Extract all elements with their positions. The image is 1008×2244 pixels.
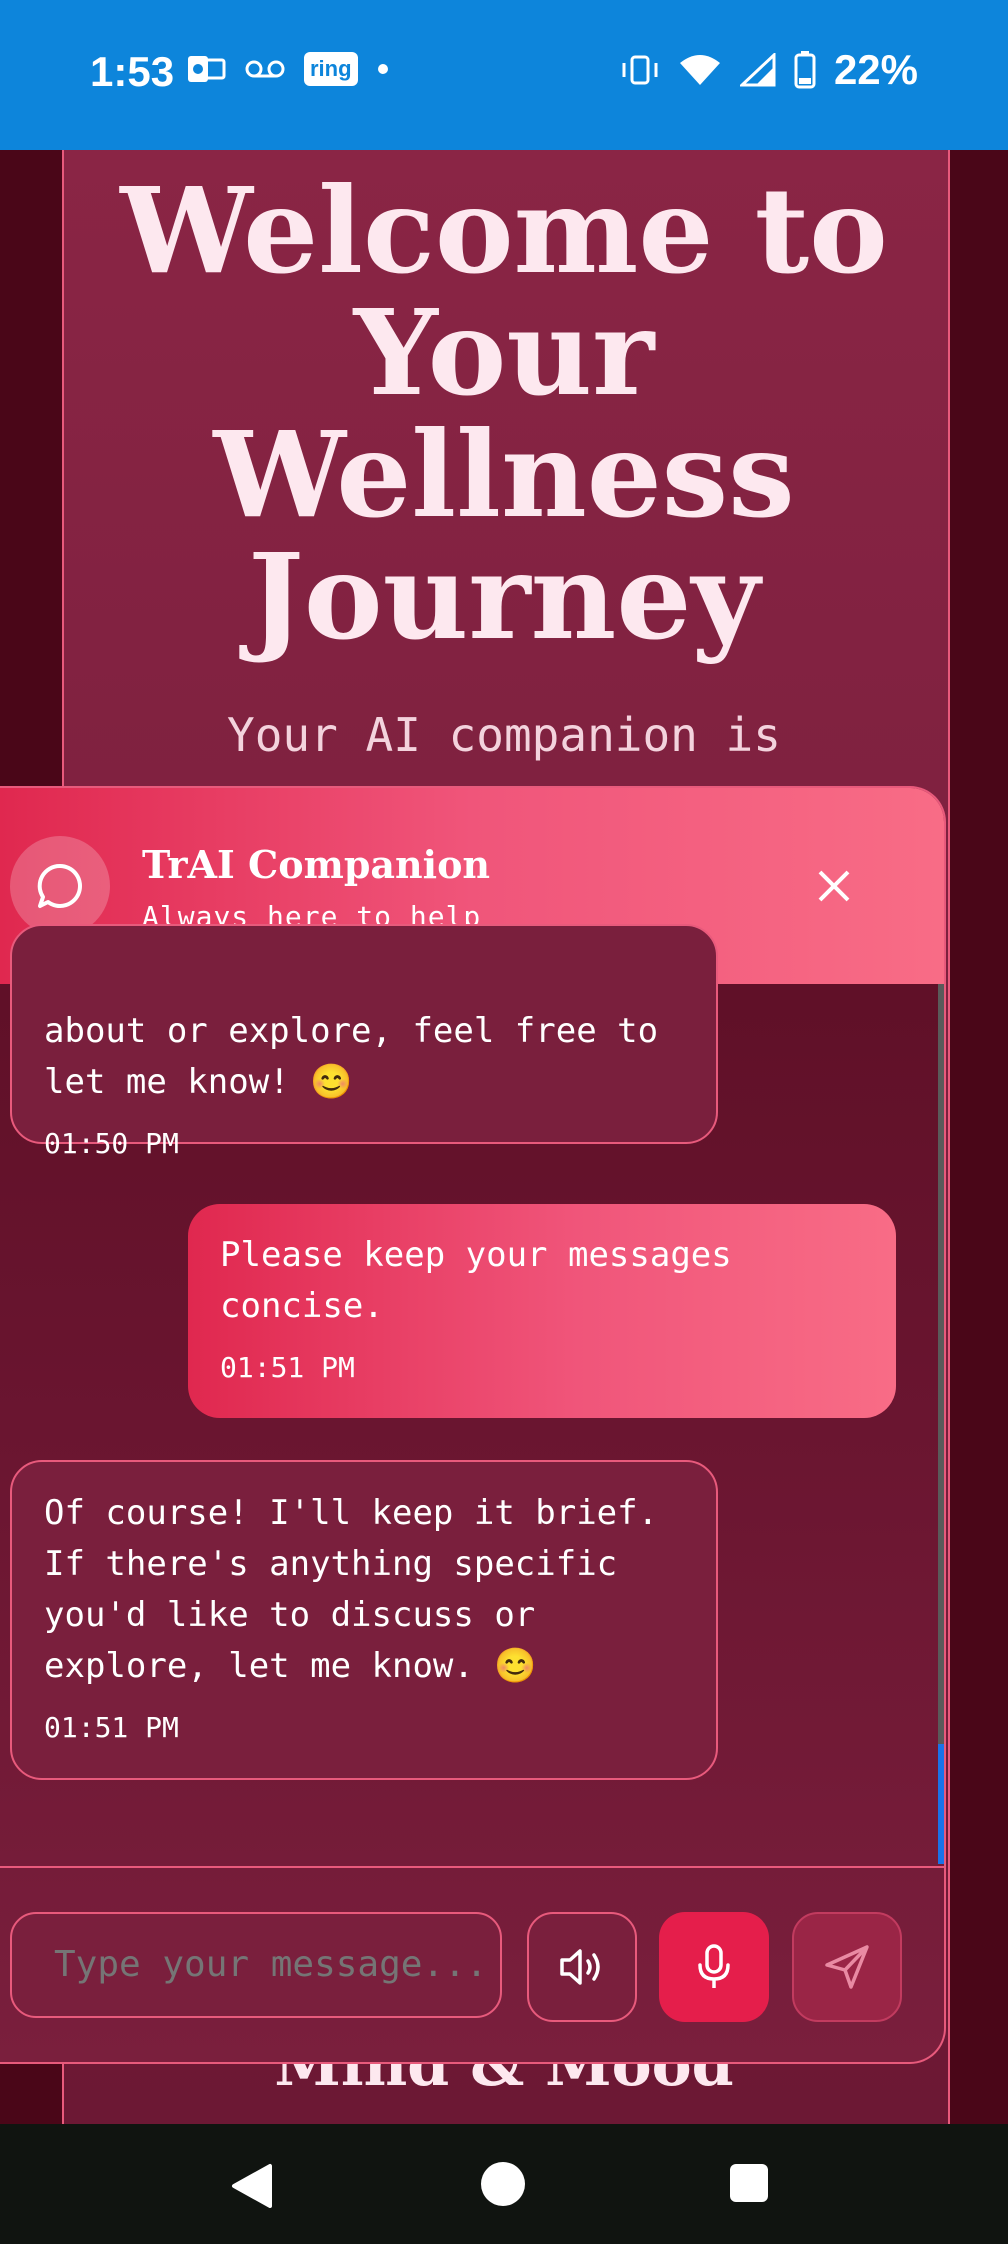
chat-title: TrAI Companion xyxy=(142,842,491,887)
scrollbar-track[interactable] xyxy=(938,984,944,1864)
message-composer xyxy=(0,1866,944,2062)
microphone-button[interactable] xyxy=(659,1912,769,2022)
system-navigation-bar xyxy=(0,2124,1008,2244)
welcome-subtitle: Your AI companion is xyxy=(227,708,781,762)
send-icon xyxy=(825,1945,869,1989)
message-text: about or explore, feel free to let me kn… xyxy=(44,1011,659,1102)
status-time: 1:53 xyxy=(90,48,175,95)
home-icon[interactable] xyxy=(481,2162,525,2206)
speaker-button[interactable] xyxy=(527,1912,637,2022)
notification-icons: ring xyxy=(186,52,390,86)
message-text: Of course! I'll keep it brief. If there'… xyxy=(44,1493,659,1686)
close-icon[interactable] xyxy=(796,848,872,924)
bot-message: about or explore, feel free to let me kn… xyxy=(10,924,718,1160)
system-icons: 22% xyxy=(620,46,918,94)
message-timestamp: 01:51 PM xyxy=(44,1711,179,1744)
battery-icon xyxy=(794,51,816,89)
message-timestamp: 01:51 PM xyxy=(220,1351,355,1384)
status-bar: 1:53 ring 22% xyxy=(0,0,1008,150)
wifi-icon xyxy=(679,55,720,85)
speaker-icon xyxy=(560,1949,600,1985)
cell-signal-icon xyxy=(739,53,776,87)
vibrate-icon xyxy=(622,55,658,85)
scrollbar-thumb[interactable] xyxy=(938,1744,944,1864)
user-message: Please keep your messages concise. 01:51… xyxy=(188,1204,896,1418)
welcome-title: Welcome to Your Wellness Journey xyxy=(120,161,888,666)
back-icon[interactable] xyxy=(230,2162,274,2210)
message-timestamp: 01:50 PM xyxy=(44,1127,179,1160)
ring-app-icon: ring xyxy=(304,52,358,86)
chat-bubble-icon xyxy=(10,836,110,936)
message-text: Please keep your messages concise. xyxy=(220,1235,732,1326)
voicemail-icon xyxy=(245,60,285,78)
chat-window: TrAI Companion Always here to help about… xyxy=(0,786,946,2064)
message-input[interactable] xyxy=(10,1912,502,2018)
recent-apps-icon[interactable] xyxy=(730,2164,768,2202)
bot-message: Of course! I'll keep it brief. If there'… xyxy=(10,1460,718,1780)
outlook-icon xyxy=(188,56,226,82)
battery-percentage: 22% xyxy=(833,46,918,93)
microphone-icon xyxy=(698,1944,730,1988)
dot-icon xyxy=(377,64,388,74)
send-button[interactable] xyxy=(792,1912,902,2022)
